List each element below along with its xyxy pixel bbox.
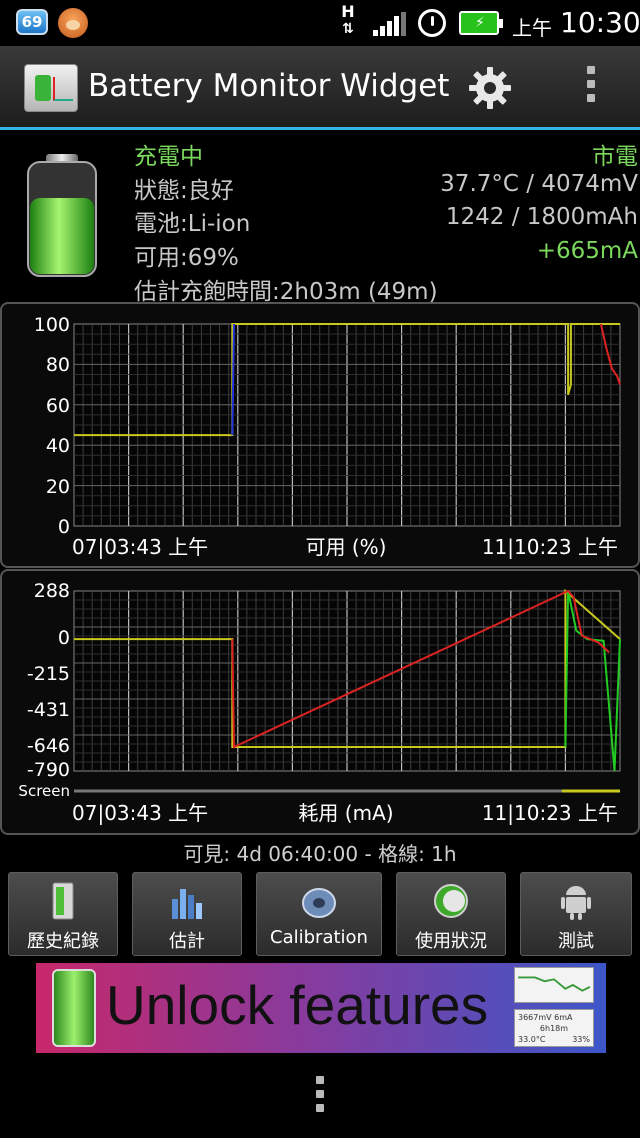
charge-current: +665mA xyxy=(536,238,638,264)
android-robot-icon xyxy=(561,886,591,920)
estimate-chart-icon xyxy=(172,889,202,919)
battery-level-icon xyxy=(27,154,97,277)
estimate-button-label: 估計 xyxy=(169,931,205,952)
battery-capacity: 1242 / 1800mAh xyxy=(445,204,638,230)
y-tick-label: 40 xyxy=(46,435,70,457)
current-draw-chart[interactable]: 288 0 -215 -431 -646 -790 Screen 07|03:4… xyxy=(0,569,640,835)
data-arrows-icon: ⇅ xyxy=(342,21,354,37)
y-tick-label: -790 xyxy=(27,759,70,781)
history-button-label: 歷史紀錄 xyxy=(27,931,99,952)
mini-info-panel: 3667mV 6mA 6h18m 33.0°C 33% xyxy=(514,1009,594,1047)
mini-graph-icon xyxy=(514,967,594,1003)
current-draw-chart-svg: 288 0 -215 -431 -646 -790 Screen 07|03:4… xyxy=(18,580,621,825)
y-tick-label: 100 xyxy=(34,314,70,336)
battery-health: 狀態:良好 xyxy=(134,178,234,204)
y-tick-label: 20 xyxy=(46,476,70,498)
chart-start-time: 07|03:43 上午 xyxy=(72,535,208,559)
network-type-label: H xyxy=(341,2,355,21)
visible-range-label: 可見: 4d 06:40:00 - 格線: 1h xyxy=(183,842,457,866)
mini-temp: 33.0°C xyxy=(518,1035,546,1044)
screen-track-label: Screen xyxy=(18,782,70,800)
chart-end-time: 11|10:23 上午 xyxy=(482,535,618,559)
status-bar: 69 H ⇅ ⚡ 上午 10:30 xyxy=(0,0,640,46)
calibration-button-label: Calibration xyxy=(270,927,368,948)
usage-gauge-icon xyxy=(434,884,468,918)
signal-strength-icon xyxy=(373,12,406,36)
banner-text: Unlock features xyxy=(106,974,489,1036)
usage-button[interactable]: 使用狀況 xyxy=(396,872,506,956)
gear-icon[interactable] xyxy=(466,64,514,112)
monkey-app-icon[interactable] xyxy=(58,8,88,38)
time-to-full: 估計充飽時間:2h03m (49m) xyxy=(134,279,438,305)
temperature-voltage: 37.7°C / 4074mV xyxy=(440,171,638,197)
app-logo-icon[interactable] xyxy=(24,64,78,112)
history-book-icon xyxy=(52,882,74,920)
y-tick-label: -646 xyxy=(27,735,70,757)
y-tick-label: -431 xyxy=(27,699,70,721)
chart-grid xyxy=(73,590,621,772)
battery-percent: 可用:69% xyxy=(134,245,239,271)
battery-charging-icon: ⚡ xyxy=(459,11,503,35)
battery-type: 電池:Li-ion xyxy=(134,211,251,237)
notification-count-icon[interactable]: 69 xyxy=(16,9,48,35)
chart-grid xyxy=(73,323,621,527)
mini-values: 3667mV 6mA xyxy=(518,1013,573,1022)
bottom-overflow-menu-icon[interactable] xyxy=(312,1076,328,1120)
app-title: Battery Monitor Widget xyxy=(88,68,450,104)
history-button[interactable]: 歷史紀錄 xyxy=(8,872,118,956)
battery-percent-chart[interactable]: 100 80 60 40 20 0 07|03:43 上午 可用 (%) 11|… xyxy=(0,302,640,568)
chart-end-time: 11|10:23 上午 xyxy=(482,801,618,825)
y-tick-label: 0 xyxy=(58,627,70,649)
chart-axis-label: 耗用 (mA) xyxy=(298,801,393,825)
banner-battery-icon xyxy=(52,969,96,1047)
power-source: 市電 xyxy=(592,144,638,170)
y-tick-label: -215 xyxy=(27,663,70,685)
estimate-button[interactable]: 估計 xyxy=(132,872,242,956)
y-tick-label: 288 xyxy=(34,580,70,602)
alarm-clock-icon xyxy=(418,9,446,37)
action-bar: Battery Monitor Widget xyxy=(0,46,640,130)
y-tick-label: 0 xyxy=(58,516,70,538)
unlock-features-banner[interactable]: Unlock features 3667mV 6mA 6h18m 33.0°C … xyxy=(36,963,606,1053)
clock-ampm: 上午 xyxy=(512,16,552,40)
calibration-button[interactable]: Calibration xyxy=(256,872,382,956)
mini-pct: 33% xyxy=(572,1035,590,1044)
battery-percent-chart-svg: 100 80 60 40 20 0 07|03:43 上午 可用 (%) 11|… xyxy=(34,314,621,559)
mini-time: 6h18m xyxy=(539,1024,569,1033)
clock-time: 10:30 xyxy=(560,6,640,39)
usage-button-label: 使用狀況 xyxy=(415,931,487,952)
y-tick-label: 60 xyxy=(46,395,70,417)
test-button[interactable]: 測試 xyxy=(520,872,632,956)
overflow-menu-icon[interactable] xyxy=(576,66,606,110)
charging-status: 充電中 xyxy=(134,144,203,170)
calibration-disc-icon xyxy=(302,888,336,918)
chart-start-time: 07|03:43 上午 xyxy=(72,801,208,825)
chart-axis-label: 可用 (%) xyxy=(306,535,387,559)
test-button-label: 測試 xyxy=(558,931,594,952)
network-type-icon: H ⇅ xyxy=(336,4,360,42)
y-tick-label: 80 xyxy=(46,354,70,376)
